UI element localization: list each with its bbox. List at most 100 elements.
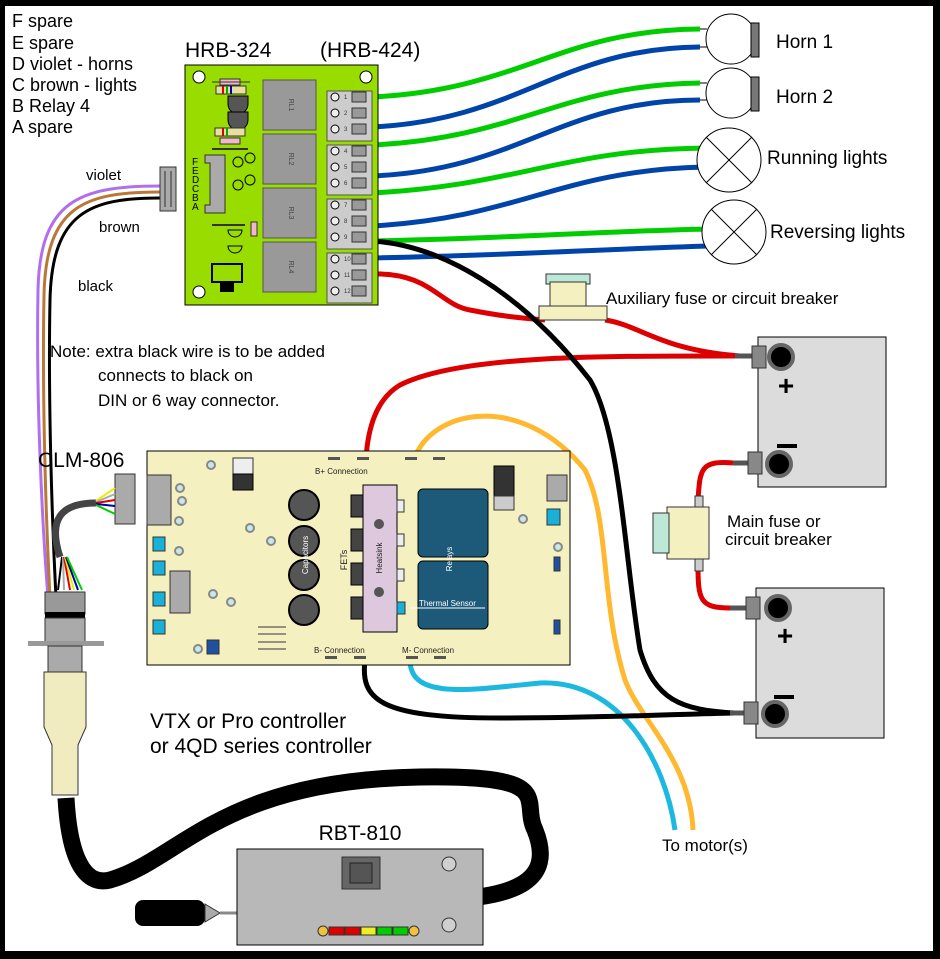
b-plus-label: B+ Connection xyxy=(315,467,368,476)
terminal-number: 11 xyxy=(344,273,351,279)
note-line-3: DIN or 6 way connector. xyxy=(98,391,279,410)
relay-board: F E D C B A RL1 RL2 RL3 RL4 123456789101… xyxy=(184,64,379,306)
terminal-clamp xyxy=(351,253,367,265)
thermal-sensor-label: Thermal Sensor xyxy=(419,599,476,608)
battery-terminal-positive[interactable] xyxy=(767,343,795,371)
fet-tab xyxy=(396,533,405,547)
battery-gauge-segment-red xyxy=(328,926,345,936)
remote-title: RBT-810 xyxy=(319,822,402,845)
switch-rocker xyxy=(349,862,373,884)
terminal-screw[interactable] xyxy=(330,162,340,172)
fuse-body xyxy=(549,281,587,309)
pad xyxy=(406,656,418,659)
note-line-2: connects to black on xyxy=(98,366,253,385)
battery-terminal-negative[interactable] xyxy=(765,450,793,478)
pad xyxy=(433,457,445,460)
terminal-clamp xyxy=(351,199,367,211)
fuse-base xyxy=(538,305,608,321)
toggle-switch-upper[interactable] xyxy=(441,856,457,872)
terminal-screw[interactable] xyxy=(330,254,340,264)
relay-label: RL2 xyxy=(287,153,294,166)
m-minus-label: M- Connection xyxy=(402,646,454,655)
heatsink-screw xyxy=(374,519,384,529)
pad xyxy=(325,656,337,659)
aux-fuse-label: Auxiliary fuse or circuit breaker xyxy=(606,289,839,308)
component xyxy=(152,560,166,576)
test-point xyxy=(518,514,528,524)
led-icon xyxy=(244,174,256,186)
terminal-screw[interactable] xyxy=(330,286,340,296)
label-black: black xyxy=(78,278,114,295)
capacitors-label: Capacitors xyxy=(301,536,310,574)
terminal-nut xyxy=(751,345,767,369)
regulator-icon xyxy=(211,263,243,283)
regulator-tab xyxy=(493,495,515,511)
din-pins xyxy=(44,591,86,615)
battery-gauge-segment-yellow xyxy=(360,926,377,936)
mounting-hole xyxy=(192,285,206,299)
relay-1: RL1 xyxy=(262,79,317,131)
legend-line-e: E spare xyxy=(12,33,74,53)
screw-icon xyxy=(408,925,420,937)
fets-label: FETs xyxy=(339,549,349,570)
capacitor-icon xyxy=(288,594,320,626)
horn-2-label: Horn 2 xyxy=(776,87,833,108)
test-point xyxy=(175,483,185,493)
terminal-screw[interactable] xyxy=(330,270,340,280)
terminal-number: 12 xyxy=(344,289,351,295)
component xyxy=(152,536,166,552)
motor-label: To motor(s) xyxy=(662,836,748,855)
battery-gauge-segment-red xyxy=(344,926,361,936)
component xyxy=(152,619,166,635)
terminal-number: 10 xyxy=(344,257,351,263)
battery-gauge-segment-green xyxy=(376,926,393,936)
clm-plug xyxy=(114,473,136,525)
terminal-screw[interactable] xyxy=(330,232,340,242)
test-point xyxy=(208,589,218,599)
terminal-clamp xyxy=(351,107,367,119)
terminal-clamp xyxy=(351,215,367,227)
mounting-hole xyxy=(359,70,373,84)
resistor-band xyxy=(222,128,224,136)
regulator-tab xyxy=(220,282,234,292)
label-brown: brown xyxy=(99,219,140,236)
terminal-clamp xyxy=(351,177,367,189)
b-minus-label: B- Connection xyxy=(314,646,365,655)
legend-line-a: A spare xyxy=(12,117,73,137)
terminal-screw[interactable] xyxy=(330,178,340,188)
fuse-side xyxy=(652,512,670,554)
main-fuse-label-1: Main fuse or xyxy=(727,512,821,531)
battery-terminal-negative[interactable] xyxy=(761,700,789,728)
terminal-screw[interactable] xyxy=(330,146,340,156)
resistor-icon xyxy=(250,221,258,237)
din-band xyxy=(45,612,85,618)
legend-line-f: F spare xyxy=(12,11,73,31)
jumper-icon xyxy=(206,639,220,655)
terminal-screw[interactable] xyxy=(330,200,340,210)
relays-label: Relays xyxy=(445,547,454,571)
mounting-hole xyxy=(192,70,206,84)
pad xyxy=(357,457,369,460)
relay-3: RL3 xyxy=(262,187,317,239)
led-icon xyxy=(244,152,256,164)
din-flange xyxy=(28,641,104,646)
fet-tab xyxy=(396,499,405,513)
pin-label-a: A xyxy=(192,202,199,213)
remote-stub-cable xyxy=(135,900,205,926)
terminal-screw[interactable] xyxy=(330,92,340,102)
terminal-screw[interactable] xyxy=(330,124,340,134)
terminal-clamp xyxy=(351,145,367,157)
capacitor-icon xyxy=(288,489,320,521)
legend-line-c: C brown - lights xyxy=(12,75,137,95)
resistor-band xyxy=(222,86,224,94)
terminal-nut xyxy=(747,451,763,475)
battery-terminal-positive[interactable] xyxy=(764,594,792,622)
resistor-band xyxy=(226,128,228,136)
controller-caption-2: or 4QD series controller xyxy=(150,735,372,758)
toggle-switch-lower[interactable] xyxy=(441,917,457,933)
battery-lower-minus xyxy=(774,695,794,699)
terminal-screw[interactable] xyxy=(330,216,340,226)
component xyxy=(152,591,166,607)
terminal-screw[interactable] xyxy=(330,108,340,118)
led-icon xyxy=(232,156,244,168)
